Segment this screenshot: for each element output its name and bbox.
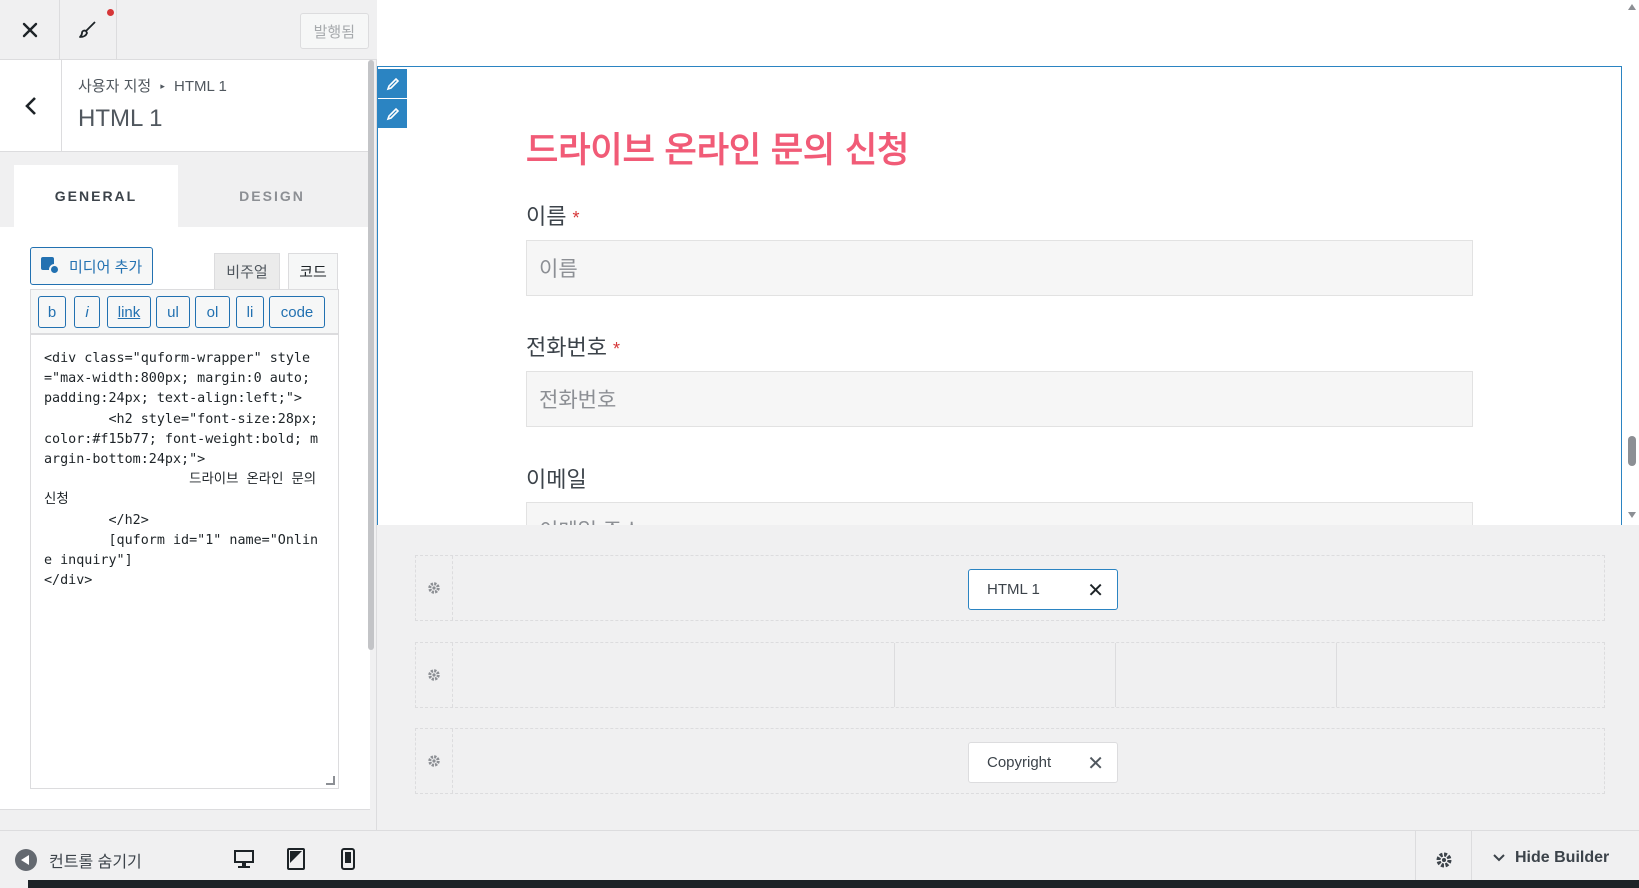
sidebar-scrollbar[interactable]	[368, 60, 374, 650]
quicktag-bold-button[interactable]: b	[38, 296, 66, 328]
customizer-sidebar: 발행됨 사용자 지정 ▸ HTML 1 HTML 1 GENERAL DESIG…	[0, 0, 377, 888]
quicktag-italic-button[interactable]: i	[74, 296, 100, 328]
unsaved-indicator-dot	[107, 9, 114, 16]
quicktag-ol-button[interactable]: ol	[195, 296, 230, 328]
breadcrumb-current: HTML 1	[174, 78, 227, 95]
phone-input[interactable]: 전화번호	[526, 371, 1473, 427]
hide-builder-label: Hide Builder	[1515, 849, 1610, 866]
tablet-icon	[287, 848, 305, 870]
builder-row-main	[415, 642, 1605, 708]
row-settings-button[interactable]	[416, 556, 453, 620]
quicktag-li-button[interactable]: li	[236, 296, 264, 328]
hide-builder-button[interactable]: Hide Builder	[1493, 849, 1609, 867]
breadcrumb-parent: 사용자 지정	[78, 78, 152, 95]
remove-widget-icon[interactable]: ✕	[1087, 578, 1104, 603]
column-divider	[894, 643, 895, 707]
name-input[interactable]: 이름	[526, 240, 1473, 296]
row-drop-area[interactable]: HTML 1 ✕	[453, 556, 1604, 620]
email-input[interactable]: 이메일 주소	[526, 502, 1473, 525]
gear-icon	[428, 669, 440, 681]
breadcrumb: 사용자 지정 ▸ HTML 1	[78, 75, 227, 96]
scroll-down-icon[interactable]	[1628, 512, 1636, 518]
form-title: 드라이브 온라인 문의 신청	[526, 131, 910, 170]
window-bottom-edge	[28, 880, 1639, 888]
column-divider	[1115, 643, 1116, 707]
email-placeholder: 이메일 주소	[539, 515, 641, 525]
pencil-icon	[386, 77, 399, 90]
row-settings-button[interactable]	[416, 729, 453, 793]
breadcrumb-separator: ▸	[160, 81, 165, 91]
resize-handle-icon[interactable]	[326, 776, 335, 785]
html-widget-preview[interactable]: 드라이브 온라인 문의 신청 이름* 이름 전화번호* 전화번호 이메일 이메일…	[377, 66, 1622, 525]
name-placeholder: 이름	[539, 258, 578, 281]
tab-general[interactable]: GENERAL	[14, 165, 178, 227]
footer-builder: HTML 1 ✕ Copyright ✕	[377, 525, 1639, 830]
add-media-label: 미디어 추가	[69, 258, 143, 276]
edit-shortcut-button[interactable]	[378, 69, 407, 98]
mobile-icon	[341, 848, 355, 870]
required-marker: *	[572, 208, 580, 228]
row-drop-area[interactable]	[453, 643, 1604, 707]
widget-html-1[interactable]: HTML 1 ✕	[968, 569, 1118, 610]
chevron-down-icon	[1493, 854, 1505, 862]
close-customizer-button[interactable]	[0, 0, 60, 59]
builder-row-bottom: Copyright ✕	[415, 728, 1605, 794]
column-divider	[1336, 643, 1337, 707]
tab-visual-editor[interactable]: 비주얼	[214, 253, 280, 290]
widget-copyright[interactable]: Copyright ✕	[968, 742, 1118, 783]
preview-tablet-button[interactable]	[284, 847, 308, 871]
collapse-arrow-icon	[15, 849, 37, 871]
widget-label: HTML 1	[987, 581, 1040, 598]
phone-placeholder: 전화번호	[539, 389, 617, 412]
gear-icon	[1436, 852, 1451, 867]
customizer-header: 발행됨	[0, 0, 377, 60]
required-marker: *	[612, 339, 620, 359]
paintbrush-icon	[79, 20, 96, 38]
phone-label-text: 전화번호	[526, 335, 607, 360]
collapse-sidebar-label: 컨트롤 숨기기	[49, 854, 142, 871]
name-field-label: 이름 *	[526, 199, 580, 231]
preview-scrollbar[interactable]	[1625, 0, 1639, 525]
close-icon	[22, 22, 37, 37]
email-label-text: 이메일	[526, 467, 587, 492]
preview-desktop-button[interactable]	[232, 847, 256, 871]
scroll-up-icon[interactable]	[1628, 4, 1636, 10]
tab-design[interactable]: DESIGN	[178, 165, 366, 227]
site-preview: 드라이브 온라인 문의 신청 이름* 이름 전화번호* 전화번호 이메일 이메일…	[377, 0, 1639, 525]
row-settings-button[interactable]	[416, 643, 453, 707]
desktop-icon	[234, 850, 254, 868]
back-button[interactable]	[0, 60, 62, 151]
widget-label: Copyright	[987, 754, 1052, 771]
quicktag-ul-button[interactable]: ul	[156, 296, 190, 328]
chevron-left-icon	[24, 96, 36, 115]
remove-widget-icon[interactable]: ✕	[1087, 751, 1104, 776]
tab-code-editor[interactable]: 코드	[288, 253, 338, 290]
html-widget-panel: 미디어 추가 비주얼 코드 b i link ul ol li code <di…	[0, 227, 370, 810]
gear-icon	[428, 582, 440, 594]
add-media-button[interactable]: 미디어 추가	[30, 247, 154, 285]
name-label-text: 이름	[526, 204, 567, 229]
builder-row-top: HTML 1 ✕	[415, 555, 1605, 621]
quicktag-code-button[interactable]: code	[269, 296, 325, 328]
phone-field-label: 전화번호 *	[526, 330, 620, 362]
html-code-textarea[interactable]: <div class="quform-wrapper" style="max-w…	[30, 334, 339, 789]
preview-mobile-button[interactable]	[336, 847, 360, 871]
collapse-sidebar-button[interactable]: 컨트롤 숨기기	[15, 848, 142, 872]
pencil-icon	[386, 107, 399, 120]
media-icon	[41, 256, 61, 276]
email-field-label: 이메일	[526, 462, 587, 494]
quicktags-toolbar: b i link ul ol li code	[30, 289, 339, 334]
row-drop-area[interactable]: Copyright ✕	[453, 729, 1604, 793]
html-code-content: <div class="quform-wrapper" style="max-w…	[44, 351, 319, 589]
section-title: HTML 1	[78, 105, 163, 132]
preview-scroll-thumb[interactable]	[1628, 436, 1636, 466]
publish-button[interactable]: 발행됨	[299, 13, 369, 49]
section-header: 사용자 지정 ▸ HTML 1 HTML 1	[0, 60, 370, 152]
gear-icon	[428, 755, 440, 767]
edit-shortcut-button[interactable]	[378, 99, 407, 128]
quicktag-link-button[interactable]: link	[107, 296, 151, 328]
